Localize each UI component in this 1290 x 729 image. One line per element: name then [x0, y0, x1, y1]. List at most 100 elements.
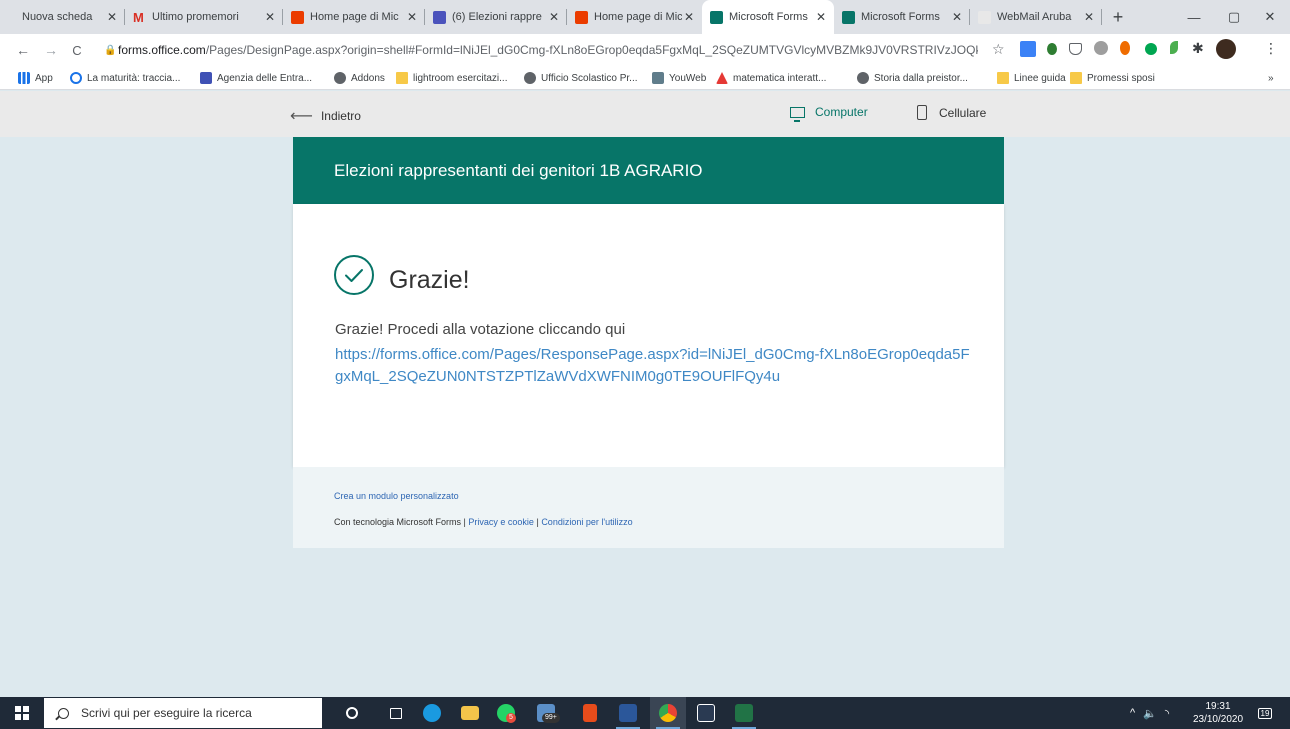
windows-logo-icon: [15, 706, 29, 720]
tab-separator: [1101, 9, 1102, 25]
cortana-icon[interactable]: [334, 697, 370, 729]
bookmarks-overflow-button[interactable]: »: [1268, 70, 1274, 86]
close-tab-icon[interactable]: ✕: [814, 10, 828, 24]
privacy-link[interactable]: Privacy e cookie: [468, 517, 534, 527]
new-tab-button[interactable]: +: [1104, 0, 1132, 34]
office-icon: [575, 10, 588, 24]
bookmark-linee-guida[interactable]: Linee guida: [997, 70, 1066, 86]
back-label: Indietro: [320, 109, 361, 123]
close-tab-icon[interactable]: ✕: [405, 10, 419, 24]
volume-icon[interactable]: 🔈: [1143, 707, 1157, 720]
task-view-icon[interactable]: [378, 697, 414, 729]
office-app-icon[interactable]: [572, 697, 608, 729]
notification-center-icon[interactable]: 19: [1256, 704, 1274, 722]
extension-icon-4[interactable]: [1094, 41, 1108, 55]
maximize-button[interactable]: ▢: [1214, 0, 1254, 34]
create-form-link[interactable]: Crea un modulo personalizzato: [334, 491, 459, 501]
url-text[interactable]: forms.office.com/Pages/DesignPage.aspx?o…: [118, 43, 978, 57]
bookmark-agenzia[interactable]: Agenzia delle Entra...: [200, 70, 312, 86]
pocket-icon[interactable]: [1069, 43, 1082, 55]
bookmark-label: YouWeb: [669, 72, 707, 84]
mail-icon[interactable]: 99+: [528, 697, 564, 729]
reload-icon[interactable]: C: [64, 37, 90, 63]
check-circle-icon: [334, 255, 374, 295]
close-tab-icon[interactable]: ✕: [547, 10, 561, 24]
back-button[interactable]: ⟵ Indietro: [290, 106, 361, 126]
system-clock[interactable]: 19:31 23/10/2020: [1188, 700, 1248, 726]
close-tab-icon[interactable]: ✕: [682, 10, 696, 24]
extension-icon-5[interactable]: [1120, 41, 1130, 55]
view-mobile-button[interactable]: Cellulare: [917, 105, 986, 120]
address-bar[interactable]: 🔒 forms.office.com/Pages/DesignPage.aspx…: [104, 37, 989, 63]
minimize-button[interactable]: —: [1174, 0, 1214, 34]
tab-teams[interactable]: (6) Elezioni rappre ✕: [425, 0, 567, 34]
tab-office-home-2[interactable]: Home page di Mic ✕: [567, 0, 702, 34]
powered-by: Con tecnologia Microsoft Forms | Privacy…: [334, 517, 633, 527]
excel-icon[interactable]: [726, 697, 762, 729]
tab-microsoft-forms[interactable]: Microsoft Forms ✕: [834, 0, 970, 34]
edge-glyph: [423, 704, 441, 722]
profile-avatar[interactable]: [1216, 39, 1236, 59]
extension-icon-6[interactable]: [1145, 43, 1157, 55]
close-window-button[interactable]: ✕: [1250, 0, 1290, 34]
globe-icon: [334, 72, 346, 84]
forward-arrow-icon[interactable]: →: [38, 37, 64, 63]
vote-link[interactable]: https://forms.office.com/Pages/ResponseP…: [335, 344, 975, 388]
close-tab-icon[interactable]: ✕: [950, 10, 964, 24]
bookmark-star-icon[interactable]: ☆: [992, 41, 1005, 58]
close-tab-icon[interactable]: ✕: [105, 10, 119, 24]
file-explorer-icon[interactable]: [452, 697, 488, 729]
tab-microsoft-forms-active[interactable]: Microsoft Forms ✕: [702, 0, 834, 34]
bookmark-storia[interactable]: Storia dalla preistor...: [857, 70, 968, 86]
tab-webmail-aruba[interactable]: WebMail Aruba ✕: [970, 0, 1102, 34]
wifi-icon[interactable]: ◝: [1165, 707, 1169, 720]
bookmark-youweb[interactable]: YouWeb: [652, 70, 706, 86]
bookmark-maturita[interactable]: La maturità: traccia...: [70, 70, 180, 86]
search-placeholder: Scrivi qui per eseguire la ricerca: [81, 706, 252, 720]
view-computer-label: Computer: [815, 105, 868, 119]
tab-title: Home page di Mic: [310, 11, 399, 23]
bookmark-label: Ufficio Scolastico Pr...: [541, 72, 638, 84]
extension-icon-1[interactable]: [1020, 41, 1036, 57]
folder-icon: [997, 72, 1009, 84]
start-button[interactable]: [0, 697, 44, 729]
view-computer-button[interactable]: Computer: [790, 105, 868, 122]
close-tab-icon[interactable]: ✕: [1082, 10, 1096, 24]
chrome-glyph: [659, 704, 677, 722]
globe-icon: [857, 72, 869, 84]
tab-title: WebMail Aruba: [997, 11, 1072, 23]
taskbar-search[interactable]: Scrivi qui per eseguire la ricerca: [44, 698, 322, 728]
search-icon: [58, 707, 69, 719]
lock-icon: 🔒: [104, 44, 117, 56]
whatsapp-icon[interactable]: 5: [488, 697, 524, 729]
terms-link[interactable]: Condizioni per l'utilizzo: [541, 517, 632, 527]
windows-taskbar: Scrivi qui per eseguire la ricerca 5 99+…: [0, 697, 1290, 729]
tab-gmail[interactable]: M Ultimo promemori ✕: [125, 0, 283, 34]
extensions-puzzle-icon[interactable]: ✱: [1192, 40, 1204, 57]
monitor-icon: [790, 106, 805, 122]
extension-icon-2[interactable]: [1047, 43, 1057, 55]
bookmarks-bar: App La maturità: traccia... Agenzia dell…: [0, 66, 1290, 90]
gmail-icon: M: [133, 9, 144, 25]
bookmark-lightroom[interactable]: lightroom esercitazi...: [396, 70, 507, 86]
tab-nuova-scheda[interactable]: Nuova scheda ✕: [0, 0, 125, 34]
back-arrow-icon[interactable]: ←: [10, 37, 36, 63]
system-tray: ^ 🔈 ◝: [1130, 697, 1169, 729]
bookmark-matematica[interactable]: matematica interatt...: [716, 70, 826, 86]
whatsapp-badge: 5: [506, 713, 516, 723]
acrobat-icon[interactable]: [688, 697, 724, 729]
close-tab-icon[interactable]: ✕: [263, 10, 277, 24]
bookmark-app[interactable]: App: [18, 70, 53, 86]
browser-menu-icon[interactable]: ⋮: [1264, 40, 1278, 57]
bookmark-ufficio-scolastico[interactable]: Ufficio Scolastico Pr...: [524, 70, 638, 86]
word-icon[interactable]: [610, 697, 646, 729]
edge-icon[interactable]: [414, 697, 450, 729]
chrome-icon[interactable]: [650, 697, 686, 729]
bookmark-promessi-sposi[interactable]: Promessi sposi: [1070, 70, 1155, 86]
tab-title: Microsoft Forms: [861, 11, 940, 23]
tab-office-home-1[interactable]: Home page di Mic ✕: [283, 0, 425, 34]
chevron-up-icon[interactable]: ^: [1130, 707, 1135, 719]
adobe-icon: [716, 72, 728, 84]
bookmark-addons[interactable]: Addons: [334, 70, 385, 86]
webmail-icon: [978, 10, 991, 24]
